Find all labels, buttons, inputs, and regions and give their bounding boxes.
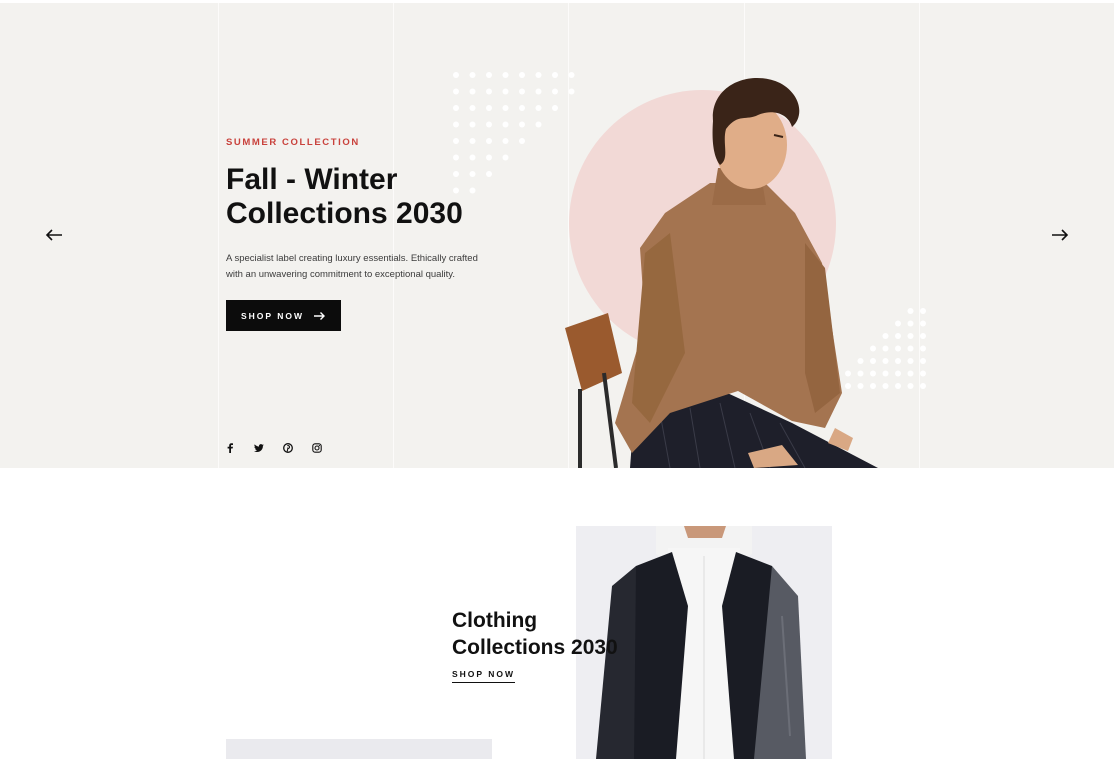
pattern-dot [907,333,914,339]
pattern-dot [453,171,459,177]
pattern-dot [535,105,542,111]
pattern-dot [895,370,901,377]
pinterest-link[interactable] [280,440,296,456]
pattern-dot [920,383,926,389]
arrow-right-icon [1052,229,1069,241]
pattern-dot [907,345,914,352]
pattern-dot [920,333,926,339]
pattern-dot [882,383,889,389]
pattern-dot [469,88,476,95]
pattern-dot [519,138,525,144]
pattern-dot [895,383,901,389]
pinterest-icon [283,443,293,453]
banner-title-line: Collections 2030 [452,636,618,659]
pattern-dot [502,121,509,128]
hero-title-line: Collections 2030 [226,197,463,230]
shop-now-button[interactable]: SHOP NOW [226,300,341,331]
hero-description-line: with an unwavering commitment to excepti… [226,269,455,280]
pattern-dot [882,333,889,339]
pattern-dot [486,72,492,78]
hero-kicker: SUMMER COLLECTION [226,137,360,148]
pattern-dot [519,121,525,128]
pattern-dot [453,138,459,144]
pattern-dot [453,72,459,78]
pattern-dot [453,121,459,128]
next-slide-button[interactable] [1050,225,1074,245]
pattern-dot [486,171,492,177]
pattern-dot [920,320,926,327]
pattern-dot [519,72,525,78]
instagram-link[interactable] [309,440,325,456]
pattern-dot [552,88,558,95]
hero-description: A specialist label creating luxury essen… [226,251,496,283]
pattern-dot [907,383,914,389]
pattern-dot [453,154,459,161]
pattern-dot [486,121,492,128]
pattern-dot [882,358,889,364]
pattern-dot [535,88,542,95]
model-sweater-image [565,77,878,468]
pattern-dot [552,105,558,111]
pattern-dot [502,105,509,111]
pattern-dot [469,72,476,78]
grid-line [393,3,394,468]
product-card-placeholder [226,739,492,759]
pattern-dot [895,320,901,327]
pattern-dot [502,88,509,95]
pattern-dot [920,358,926,364]
pattern-dot [907,320,914,327]
banner-title-line: Clothing [452,609,538,632]
pattern-dot [502,154,509,161]
pattern-dot [882,370,889,377]
pattern-dot [502,72,509,78]
arrow-right-icon [314,311,326,320]
shop-now-label: SHOP NOW [240,310,305,321]
pattern-dot [907,370,914,377]
pattern-dot [469,187,476,194]
pattern-dot [895,345,901,352]
pattern-dot [535,72,542,78]
pattern-dot [907,308,914,314]
twitter-icon [254,443,264,452]
pattern-dot [895,358,901,364]
grid-line [218,3,219,468]
pattern-dot [486,138,492,144]
pattern-dot [535,121,542,128]
pattern-dot [469,154,476,161]
banner-title: Clothing Collections 2030 [452,607,618,661]
pattern-dot [502,138,509,144]
pattern-dot [552,72,558,78]
pattern-dot [469,138,476,144]
prev-slide-button[interactable] [44,225,68,245]
pattern-dot [453,88,459,95]
pattern-dot [486,105,492,111]
pattern-dot [907,358,914,364]
social-links [222,440,325,456]
banner-shop-now-link[interactable]: SHOP NOW [452,669,516,683]
hero-description-line: A specialist label creating luxury essen… [226,253,478,264]
arrow-left-icon [45,229,62,241]
pattern-dot [453,105,459,111]
pattern-dot [920,345,926,352]
instagram-icon [312,443,322,453]
pattern-dot [895,333,901,339]
pattern-dot [519,105,525,111]
pattern-dot [469,105,476,111]
pattern-dot [453,187,459,194]
pattern-dot [882,345,889,352]
twitter-link[interactable] [251,440,267,456]
pattern-dot [920,308,926,314]
pattern-dot [519,88,525,95]
pattern-dot [486,88,492,95]
pattern-dot [469,121,476,128]
facebook-icon [227,443,233,453]
facebook-link[interactable] [222,440,238,456]
pattern-dot [920,370,926,377]
hero-slider: SUMMER COLLECTION Fall - Winter Collecti… [0,3,1114,468]
pattern-dot [469,171,476,177]
pattern-dot [486,154,492,161]
